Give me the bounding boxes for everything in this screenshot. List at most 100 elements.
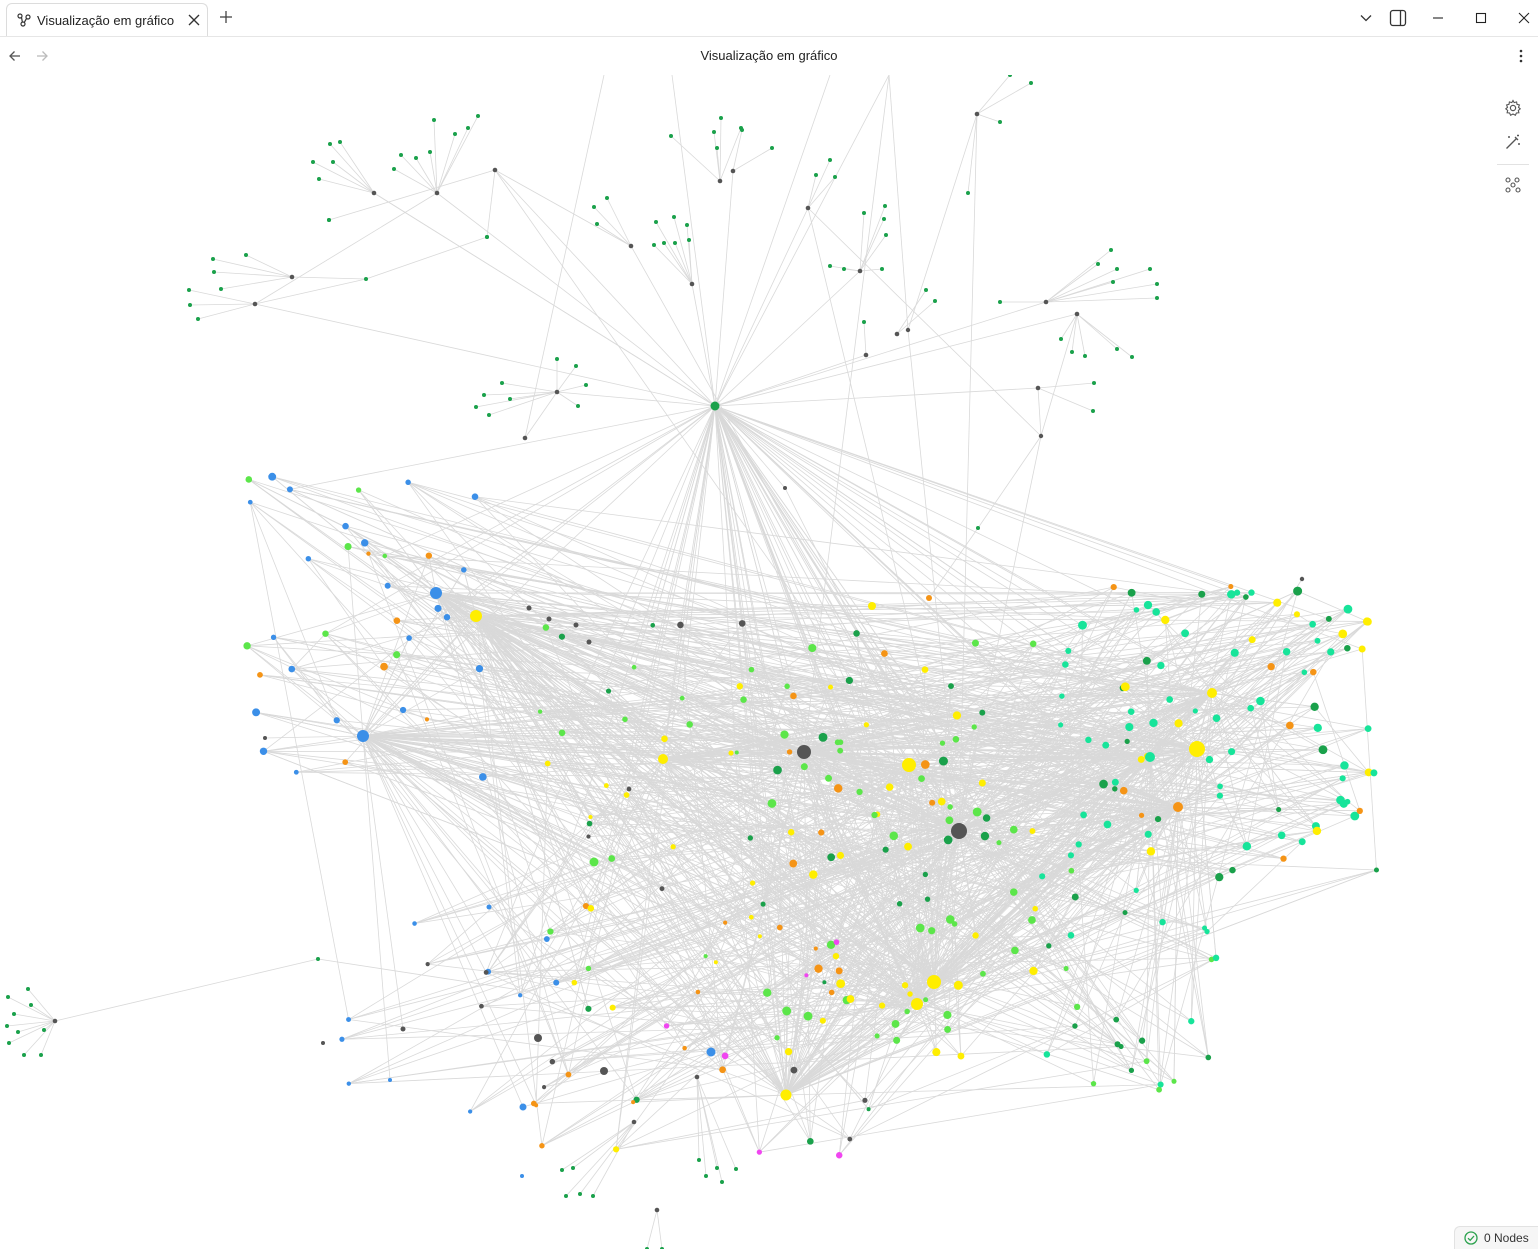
graph-node[interactable] <box>1125 722 1134 732</box>
graph-node[interactable] <box>862 320 866 324</box>
graph-node[interactable] <box>663 1023 670 1029</box>
graph-node[interactable] <box>1152 608 1160 616</box>
graph-node[interactable] <box>382 553 388 559</box>
graph-node[interactable] <box>1127 588 1136 597</box>
graph-node[interactable] <box>399 153 403 157</box>
graph-node[interactable] <box>945 816 954 825</box>
graph-node[interactable] <box>828 264 832 268</box>
graph-node[interactable] <box>584 383 588 387</box>
graph-node[interactable] <box>783 486 787 490</box>
graph-node[interactable] <box>257 672 263 678</box>
graph-node[interactable] <box>485 235 489 239</box>
graph-node[interactable] <box>434 604 442 612</box>
graph-node[interactable] <box>7 1041 11 1045</box>
graph-node[interactable] <box>723 920 728 925</box>
graph-node[interactable] <box>939 740 946 746</box>
graph-node[interactable] <box>836 979 846 989</box>
graph-node[interactable] <box>328 142 332 146</box>
graph-node[interactable] <box>1058 722 1064 728</box>
graph-node[interactable] <box>907 991 913 997</box>
graph-node[interactable] <box>605 196 609 200</box>
graph-node[interactable] <box>322 630 329 637</box>
graph-node[interactable] <box>803 1011 813 1021</box>
graph-node[interactable] <box>1230 648 1239 657</box>
graph-node[interactable] <box>1133 887 1139 893</box>
graph-node[interactable] <box>405 479 411 486</box>
graph-node[interactable] <box>1310 702 1319 711</box>
graph-node[interactable] <box>1096 262 1100 266</box>
graph-node[interactable] <box>1144 830 1152 838</box>
graph-node[interactable] <box>591 1194 595 1198</box>
graph-node[interactable] <box>1161 615 1170 625</box>
graph-node[interactable] <box>526 605 532 611</box>
graph-node[interactable] <box>712 130 716 134</box>
graph-node[interactable] <box>748 914 754 920</box>
graph-node[interactable] <box>492 167 498 173</box>
graph-node[interactable] <box>196 317 200 321</box>
graph-node[interactable] <box>825 774 833 782</box>
graph-node[interactable] <box>1145 752 1155 762</box>
graph-node[interactable] <box>904 1008 910 1015</box>
graph-node[interactable] <box>399 706 407 714</box>
graph-node[interactable] <box>1111 280 1115 284</box>
graph-node[interactable] <box>971 724 977 730</box>
graph-node[interactable] <box>212 270 216 274</box>
graph-node[interactable] <box>317 177 321 181</box>
graph-node[interactable] <box>1065 647 1072 654</box>
graph-node[interactable] <box>1083 354 1087 358</box>
graph-node[interactable] <box>863 722 869 728</box>
graph-node[interactable] <box>1029 966 1038 976</box>
graph-node[interactable] <box>1156 1086 1162 1093</box>
graph-node[interactable] <box>933 299 937 303</box>
new-tab-button[interactable] <box>216 7 236 27</box>
graph-node[interactable] <box>1280 855 1287 862</box>
graph-node[interactable] <box>1336 795 1345 805</box>
graph-node[interactable] <box>321 1041 325 1045</box>
graph-node[interactable] <box>808 643 817 653</box>
graph-node[interactable] <box>804 973 809 978</box>
graph-node[interactable] <box>1205 755 1214 764</box>
graph-node[interactable] <box>573 622 579 628</box>
graph-node[interactable] <box>763 988 772 997</box>
graph-node[interactable] <box>631 664 637 670</box>
graph-node[interactable] <box>542 1085 547 1090</box>
graph-node[interactable] <box>1148 267 1152 271</box>
graph-node[interactable] <box>980 970 986 977</box>
graph-node[interactable] <box>1138 812 1145 818</box>
graph-node[interactable] <box>188 303 192 307</box>
graph-node[interactable] <box>717 178 723 184</box>
graph-node[interactable] <box>786 749 793 755</box>
graph-node[interactable] <box>571 1166 575 1170</box>
graph-node[interactable] <box>1119 786 1128 795</box>
graph-node[interactable] <box>1011 946 1019 955</box>
graph-node[interactable] <box>1062 661 1069 668</box>
graph-node[interactable] <box>392 167 396 171</box>
graph-node[interactable] <box>592 205 596 209</box>
graph-node[interactable] <box>1143 600 1153 610</box>
graph-node[interactable] <box>790 692 797 700</box>
graph-node[interactable] <box>1128 1067 1135 1073</box>
graph-node[interactable] <box>738 620 746 627</box>
graph-node[interactable] <box>479 1003 484 1009</box>
graph-node[interactable] <box>600 1067 608 1075</box>
graph-node[interactable] <box>628 243 634 249</box>
graph-node[interactable] <box>932 1048 941 1057</box>
graph-node[interactable] <box>697 1158 701 1162</box>
graph-node[interactable] <box>862 1097 868 1103</box>
graph-node[interactable] <box>1314 637 1321 644</box>
graph-node[interactable] <box>846 995 855 1003</box>
graph-node[interactable] <box>878 1002 886 1009</box>
graph-node[interactable] <box>586 834 591 839</box>
graph-node[interactable] <box>1301 669 1308 676</box>
graph-node[interactable] <box>342 759 349 765</box>
graph-node[interactable] <box>534 1034 542 1042</box>
graph-node[interactable] <box>588 814 593 820</box>
graph-node[interactable] <box>862 211 866 215</box>
graph-node[interactable] <box>344 542 352 551</box>
graph-node[interactable] <box>672 215 676 219</box>
graph-node[interactable] <box>1124 738 1130 744</box>
graph-node[interactable] <box>626 786 632 792</box>
graph-node[interactable] <box>342 522 349 530</box>
graph-node[interactable] <box>978 779 986 787</box>
graph-node[interactable] <box>920 760 930 769</box>
